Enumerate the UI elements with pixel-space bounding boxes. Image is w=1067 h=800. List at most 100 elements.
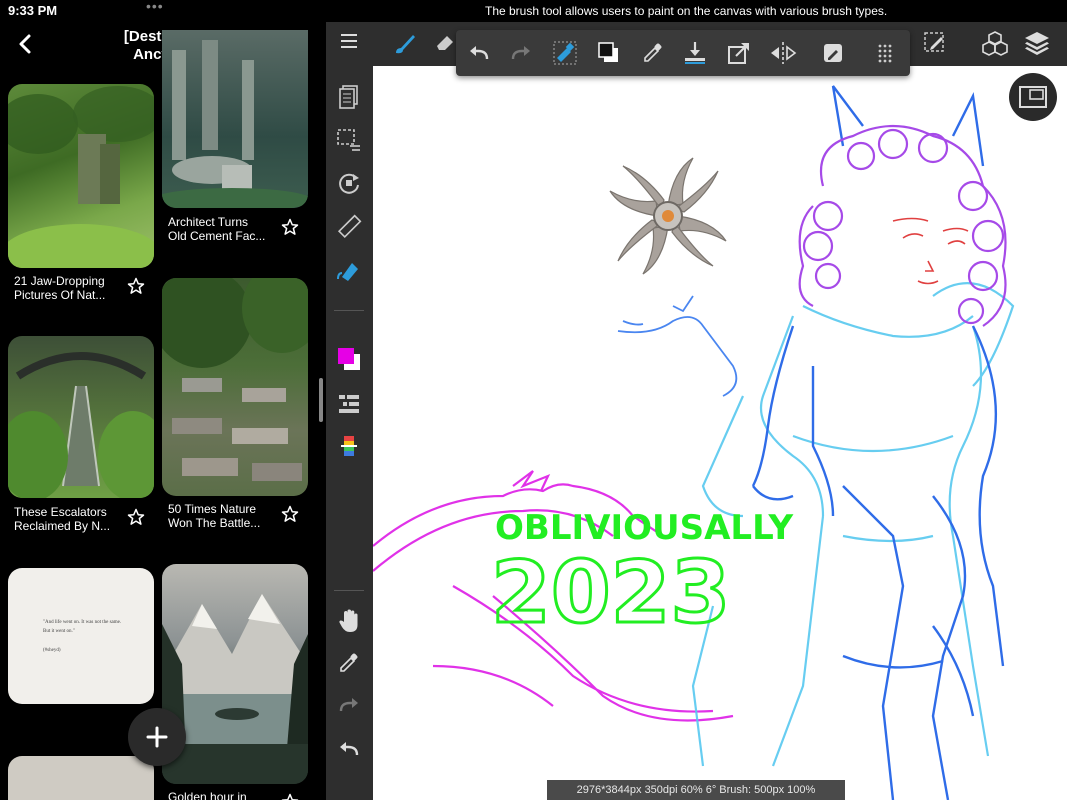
watermark-name: OBLIVIOUSALLY	[495, 508, 793, 548]
quick-menu-bar	[456, 30, 910, 76]
pin-image[interactable]	[8, 84, 154, 268]
undo-button[interactable]	[464, 38, 494, 68]
magic-eraser-button[interactable]	[550, 38, 580, 68]
pin-caption[interactable]: 50 Times Nature Won The Battle...	[168, 502, 280, 530]
save-pin-button[interactable]	[281, 505, 299, 523]
split-view-handle[interactable]	[319, 378, 323, 422]
3d-icon	[982, 31, 1008, 56]
hand-button[interactable]	[334, 606, 364, 636]
layer-list-icon	[339, 395, 359, 413]
primary-color-swatch	[338, 348, 354, 364]
undo-icon	[340, 742, 359, 756]
transform-button[interactable]	[334, 168, 364, 198]
star-icon	[281, 218, 299, 235]
symmetry-icon	[771, 42, 797, 64]
pin-image[interactable]	[162, 564, 308, 784]
edit-image-icon	[824, 44, 842, 62]
color-swap-icon	[598, 42, 618, 62]
save-button[interactable]	[680, 38, 710, 68]
menu-button[interactable]	[334, 26, 364, 56]
canvas-status: 2976*3844px 350dpi 60% 6° Brush: 500px 1…	[547, 780, 845, 800]
navigator-button[interactable]	[1009, 73, 1057, 121]
pages-button[interactable]	[334, 82, 364, 112]
star-icon	[127, 277, 145, 294]
layers-icon	[1025, 32, 1049, 55]
hand-icon	[339, 609, 358, 632]
star-icon	[127, 508, 145, 525]
pin-image[interactable]	[162, 278, 308, 496]
palette-icon	[341, 436, 357, 456]
3d-button[interactable]	[980, 28, 1010, 58]
create-pin-button[interactable]	[128, 708, 186, 766]
fill-button[interactable]	[334, 255, 364, 285]
face-sketch	[892, 217, 969, 285]
mountain-lake-image	[162, 594, 308, 784]
ruler-icon	[337, 214, 362, 239]
eyedropper-icon	[340, 653, 358, 672]
eraser-icon	[437, 36, 453, 50]
brush-tool-button[interactable]	[390, 29, 420, 59]
selection-button[interactable]	[334, 125, 364, 155]
pin-image[interactable]	[8, 336, 154, 498]
edit-image-button[interactable]	[818, 38, 848, 68]
eyedropper-button[interactable]	[334, 648, 364, 678]
status-time: 9:33 PM	[8, 3, 58, 18]
pin-caption[interactable]: These Escalators Reclaimed By N...	[14, 505, 126, 533]
hand-sketch	[617, 295, 738, 397]
color-swatch	[336, 346, 362, 372]
pin-image[interactable]	[8, 756, 154, 800]
color-button[interactable]	[334, 344, 364, 374]
abandoned-cars-image	[162, 278, 308, 481]
pin-image[interactable]	[162, 30, 308, 208]
color-swap-button[interactable]	[594, 38, 624, 68]
pin-caption[interactable]: 21 Jaw-Dropping Pictures Of Nat...	[14, 274, 126, 302]
chevron-left-icon	[19, 34, 31, 54]
save-pin-button[interactable]	[127, 508, 145, 526]
palette-button[interactable]	[334, 432, 364, 462]
export-button[interactable]	[724, 38, 754, 68]
drawing-app: OBLIVIOUSALLY 2023 2976*3844px 350dpi 60…	[326, 0, 1067, 800]
pen-icon	[924, 32, 944, 52]
undo-icon	[470, 46, 489, 60]
artwork: OBLIVIOUSALLY 2023	[373, 85, 1015, 800]
layer-list-button[interactable]	[334, 389, 364, 419]
brush-icon	[396, 35, 415, 54]
side-toolbar	[326, 34, 373, 800]
undo-side-button[interactable]	[334, 734, 364, 764]
eyedropper-button[interactable]	[638, 38, 668, 68]
pin-caption[interactable]: Architect Turns Old Cement Fac...	[168, 215, 280, 243]
navigator-icon	[1019, 86, 1047, 108]
symmetry-button[interactable]	[768, 38, 798, 68]
save-pin-button[interactable]	[281, 793, 299, 800]
redo-icon	[511, 46, 530, 60]
layers-button[interactable]	[1022, 28, 1052, 58]
eyedropper-icon	[644, 43, 662, 62]
save-icon	[685, 42, 705, 64]
watermark-year: 2023	[491, 543, 730, 643]
magic-eraser-icon	[553, 41, 577, 65]
toolbar-divider	[334, 590, 364, 591]
pin-caption[interactable]: Golden hour in	[168, 790, 280, 800]
back-button[interactable]	[14, 32, 38, 56]
quote-text: "And life went on. It was not the same. …	[43, 620, 122, 653]
drawing-canvas[interactable]: OBLIVIOUSALLY 2023	[373, 66, 1067, 800]
transform-icon	[339, 173, 359, 194]
ruler-button[interactable]	[334, 212, 364, 242]
save-pin-button[interactable]	[127, 277, 145, 295]
pin-image[interactable]: "And life went on. It was not the same. …	[8, 568, 154, 704]
redo-side-button[interactable]	[334, 690, 364, 720]
redo-icon	[339, 698, 358, 712]
pen-tool-button[interactable]	[920, 28, 950, 58]
menu-icon	[341, 34, 357, 48]
forest-ruins-image	[8, 86, 154, 268]
cement-factory-image	[162, 40, 308, 208]
fill-icon	[337, 263, 358, 281]
escalators-image	[8, 352, 154, 498]
redo-button[interactable]	[506, 38, 536, 68]
star-icon	[281, 505, 299, 522]
star-icon	[281, 793, 299, 800]
save-pin-button[interactable]	[281, 218, 299, 236]
grid-button[interactable]	[870, 38, 900, 68]
toolbar-divider	[334, 310, 364, 311]
multitasking-dots[interactable]: •••	[146, 0, 164, 14]
